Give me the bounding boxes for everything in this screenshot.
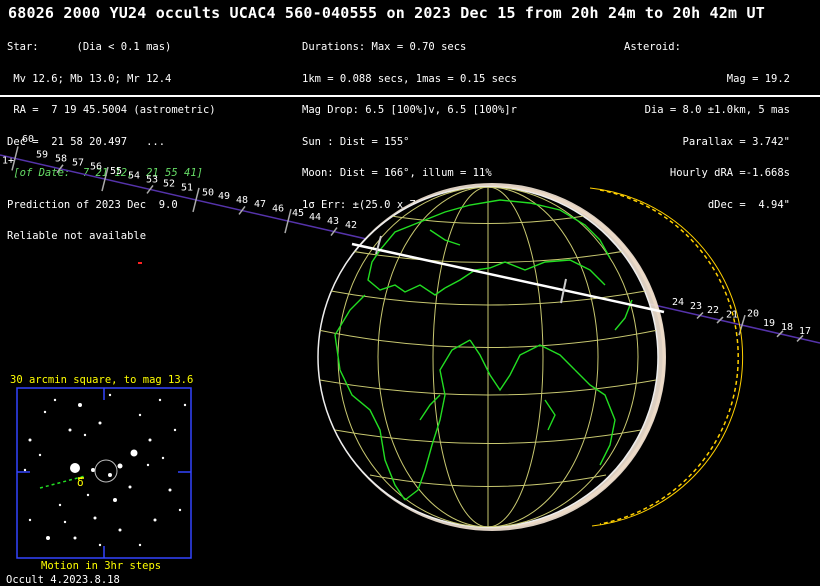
inset-star [128,485,132,489]
path-label-minute: 51 [181,182,193,193]
inset-star [28,518,32,522]
path-label-minute: 60 [22,134,34,145]
inset-footer: Motion in 3hr steps [41,560,162,572]
inset-star [68,428,72,432]
path-label-minute: 55 [110,166,122,177]
inset-star [38,453,42,457]
inset-star [183,403,187,407]
path-edge-label: 1+ [2,155,14,166]
path-label-minute: 20 [747,308,759,319]
inset-star [63,520,67,524]
inset-star [173,428,177,432]
inset-star [73,536,77,540]
inset-star [168,488,172,492]
inset-star [138,543,142,547]
path-label-minute: 57 [72,158,84,169]
path-label-minute: 46 [272,203,284,214]
path-label-minute: 22 [707,305,719,316]
delta-marker: δ [77,476,84,489]
durations-max: Durations: Max = 0.70 secs [302,41,467,53]
inset-star-chart: δ [16,387,192,559]
inset-star [178,508,182,512]
inset-star [98,421,102,425]
path-label-minute: 42 [345,220,357,231]
path-label-minute: 18 [781,322,793,333]
inset-star [23,468,27,472]
path-label-minute: 19 [763,318,775,329]
path-label-minute: 53 [146,174,158,185]
inset-star [161,456,165,460]
path-label-minute: 50 [202,187,214,198]
version-label: Occult 4.2023.8.18 [6,574,120,586]
path-label-minute: 49 [218,191,230,202]
inset-star [153,518,157,522]
inset-star [98,543,102,547]
inset-star [53,398,57,402]
path-label-minute: 54 [128,170,140,181]
inset-star [148,438,152,442]
path-label-minute: 17 [799,326,811,337]
inset-star [78,403,82,407]
inset-star [28,438,32,442]
path-label-minute: 23 [690,301,702,312]
inset-star [108,473,112,477]
path-label-minute: 58 [55,154,67,165]
inset-star [130,449,138,457]
event-title: 68026 2000 YU24 occults UCAC4 560-040555… [8,4,765,22]
inset-star [158,398,162,402]
star-magnitudes: Mv 12.6; Mb 13.0; Mr 12.4 [7,72,172,85]
path-label-minute: 48 [236,195,248,206]
path-label-minute: 44 [309,212,321,223]
path-label-minute: 47 [254,199,266,210]
inset-star [113,498,117,502]
inset-star [117,463,123,469]
inset-star [70,463,80,473]
inset-star [93,516,97,520]
durations-scale: 1km = 0.088 secs, 1mas = 0.15 secs [302,72,517,85]
path-label-minute: 24 [672,297,684,308]
path-label-minute: 45 [292,208,304,219]
path-label-minute: 43 [327,216,339,227]
inset-star [43,410,47,414]
inset-title: 30 arcmin square, to mag 13.6 [10,374,194,386]
red-marker [138,262,142,264]
path-label-minute: 56 [90,162,102,173]
star-header: Star: (Dia < 0.1 mas) [7,41,172,53]
inset-star [91,468,95,472]
inset-star [108,393,112,397]
inset-star [46,536,50,540]
asteroid-mag: Mag = 19.2 [726,72,790,85]
path-label-minute: 59 [36,149,48,160]
occultation-diagram: 1+ 6059 58 57 56 55 54 53 52 51 50 49 48 47 46 45 44 43 42… [0,134,820,559]
inset-star [118,528,122,532]
inset-star [83,433,87,437]
inset-star [58,503,62,507]
inset-star [86,493,90,497]
inset-star [138,413,142,417]
path-label-minute: 52 [163,178,175,189]
asteroid-header: Asteroid: [624,41,681,53]
inset-star [146,463,150,467]
